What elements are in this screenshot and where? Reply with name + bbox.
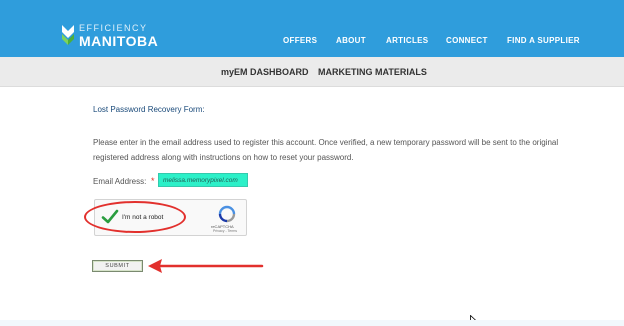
required-marker: * [151, 176, 155, 186]
email-field-label: Email Address: [93, 177, 147, 186]
top-header-bar: EFFICIENCY MANITOBA OFFERS ABOUT ARTICLE… [0, 0, 624, 57]
subnav-marketing-materials[interactable]: MARKETING MATERIALS [318, 67, 427, 77]
form-instructions: Please enter in the email address used t… [93, 138, 559, 162]
secondary-nav-bar: myEM DASHBOARD MARKETING MATERIALS [0, 57, 624, 87]
subnav-myem-dashboard[interactable]: myEM DASHBOARD [221, 67, 309, 77]
arrow-annotation-icon [148, 259, 264, 273]
logo-wordmark-top: EFFICIENCY [79, 23, 148, 33]
logo-wordmark-bottom: MANITOBA [79, 33, 159, 49]
nav-about[interactable]: ABOUT [336, 36, 366, 45]
submit-button[interactable]: SUBMIT [92, 260, 143, 272]
form-title: Lost Password Recovery Form: [93, 105, 205, 114]
nav-offers[interactable]: OFFERS [283, 36, 317, 45]
nav-articles[interactable]: ARTICLES [386, 36, 428, 45]
recaptcha-links[interactable]: Privacy - Terms [213, 229, 237, 233]
nav-find-a-supplier[interactable]: FIND A SUPPLIER [507, 36, 580, 45]
efficiency-manitoba-logo-icon [62, 25, 74, 45]
nav-connect[interactable]: CONNECT [446, 36, 488, 45]
recaptcha-logo-icon [218, 205, 236, 223]
captcha-annotation-circle [84, 201, 186, 233]
page-bottom-edge [0, 320, 624, 326]
email-field[interactable] [158, 173, 248, 187]
